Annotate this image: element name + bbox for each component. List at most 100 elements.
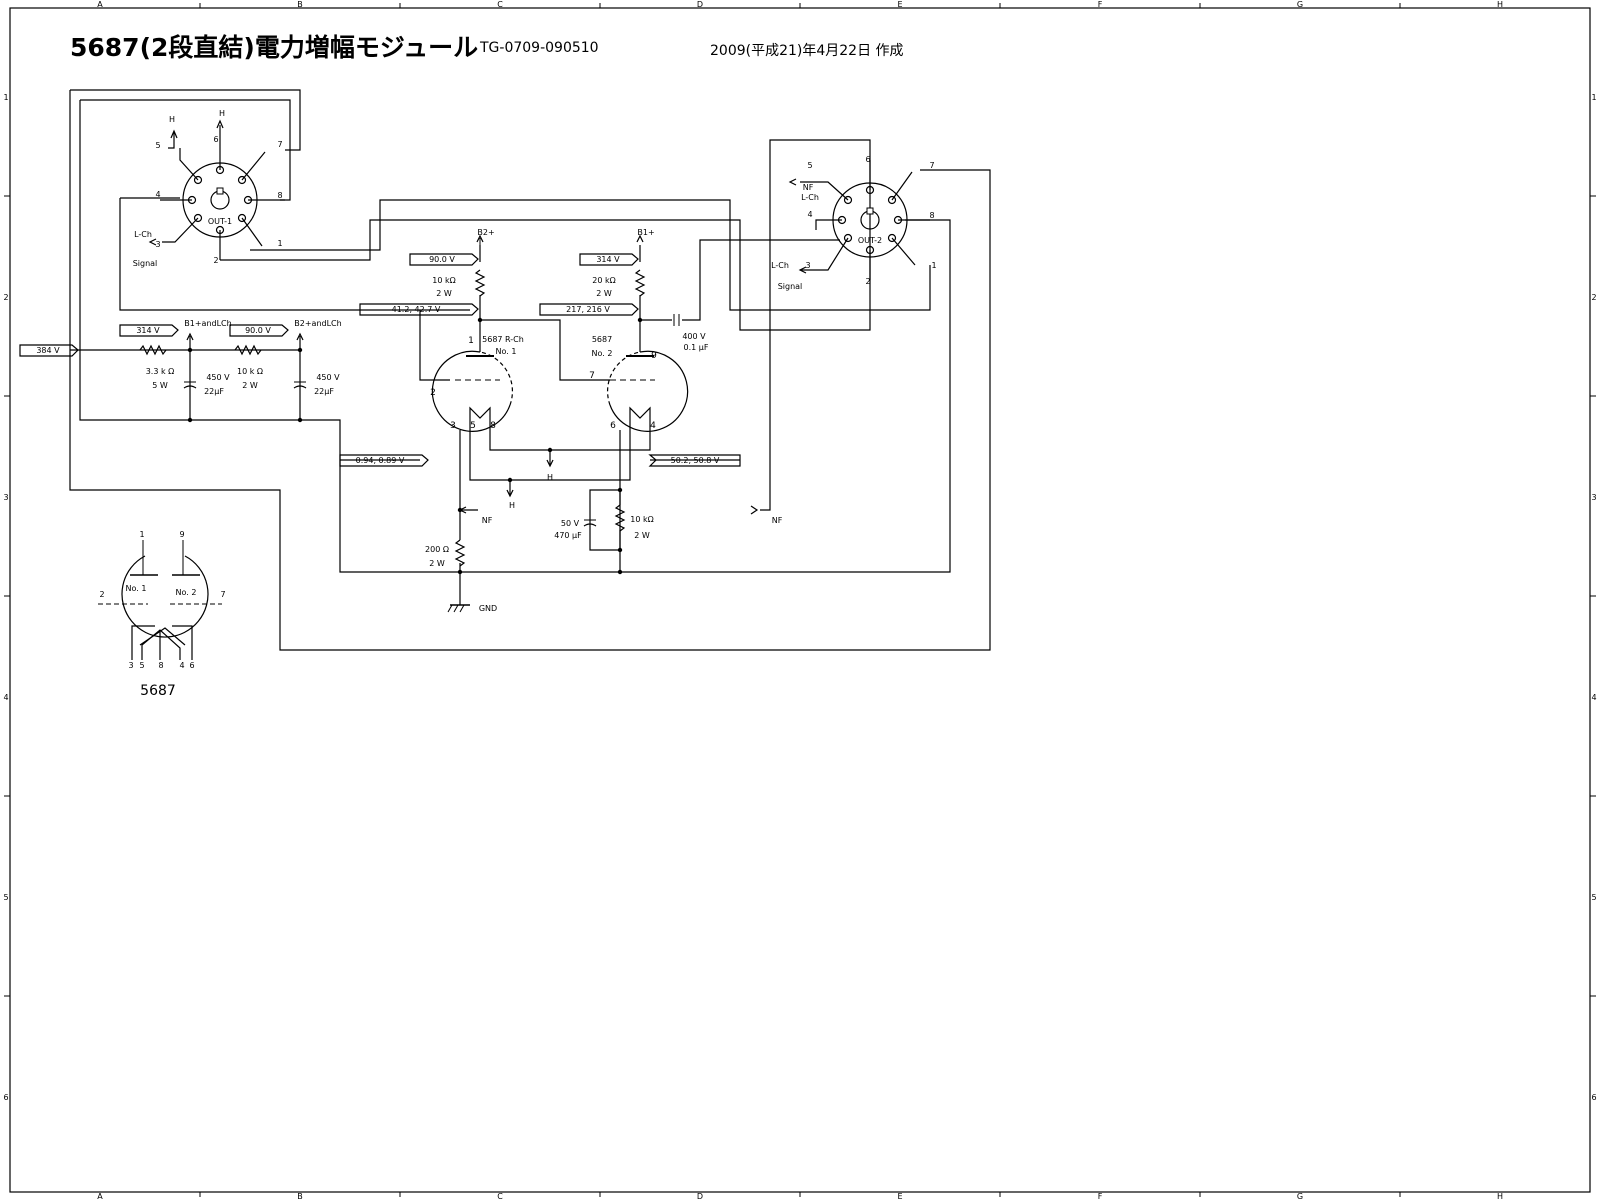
svg-text:0.1 μF: 0.1 μF xyxy=(684,343,709,352)
svg-text:H: H xyxy=(547,473,553,482)
capacitor-supply-2: 450 V 22μF xyxy=(293,350,340,420)
svg-text:7: 7 xyxy=(220,590,225,599)
svg-text:9: 9 xyxy=(651,351,657,361)
svg-text:No. 1: No. 1 xyxy=(496,347,517,356)
svg-text:6: 6 xyxy=(610,421,616,431)
nf-marker-1: NF xyxy=(458,506,493,525)
voltage-tag-plate2: 217, 216 V xyxy=(539,303,639,316)
svg-text:3: 3 xyxy=(128,661,133,670)
svg-text:90.0 V: 90.0 V xyxy=(429,255,455,264)
resistor-supply-2: 10 k Ω 2 W xyxy=(234,344,263,390)
svg-text:2: 2 xyxy=(430,388,436,398)
svg-text:217, 216 V: 217, 216 V xyxy=(566,305,610,314)
svg-text:314 V: 314 V xyxy=(136,326,160,335)
rail-arrow-b1: B1+ xyxy=(636,228,655,243)
svg-text:3: 3 xyxy=(155,240,160,249)
svg-text:6: 6 xyxy=(865,155,870,164)
svg-text:10 kΩ: 10 kΩ xyxy=(630,515,653,524)
resistor-cathode-2: 10 kΩ 2 W xyxy=(614,504,654,540)
svg-text:2 W: 2 W xyxy=(596,289,612,298)
connector-out-1: OUT-1 1 2 3 4 5 6 7 8 H H L-Ch Signal xyxy=(133,109,285,268)
svg-text:Signal: Signal xyxy=(778,282,803,291)
svg-text:9: 9 xyxy=(179,530,184,539)
svg-text:H: H xyxy=(509,501,515,510)
frame-col-label: E xyxy=(897,0,902,9)
frame-col-label: G xyxy=(1297,0,1303,9)
svg-text:4: 4 xyxy=(155,190,160,199)
svg-text:3.3 k Ω: 3.3 k Ω xyxy=(146,367,175,376)
svg-text:384 V: 384 V xyxy=(36,346,60,355)
voltage-tag-b1-node: 314 V xyxy=(579,253,639,266)
rail-arrow-b2-lch: B2+andLCh xyxy=(294,319,342,341)
svg-text:1: 1 xyxy=(468,336,474,346)
svg-text:8: 8 xyxy=(929,211,934,220)
frame-col-label: E xyxy=(897,1192,902,1200)
svg-text:50.2, 50.8 V: 50.2, 50.8 V xyxy=(671,456,720,465)
svg-text:2: 2 xyxy=(213,256,218,265)
frame-col-label: D xyxy=(697,1192,703,1200)
voltage-tag-b2-node: 90.0 V xyxy=(409,253,479,266)
frame-row-label: 4 xyxy=(3,693,8,702)
frame-row-label: 3 xyxy=(3,493,8,502)
schematic-sheet: A B C D E F G H A B C D E F G H 1 2 3 4 … xyxy=(3,0,1596,1200)
rail-arrow-b2: B2+ xyxy=(476,228,495,245)
frame-col-label: F xyxy=(1098,1192,1103,1200)
svg-text:No. 2: No. 2 xyxy=(592,349,613,358)
svg-text:7: 7 xyxy=(929,161,934,170)
svg-text:3: 3 xyxy=(805,261,810,270)
frame-col-label: A xyxy=(97,0,103,9)
ground-symbol: GND xyxy=(447,604,497,613)
svg-text:7: 7 xyxy=(589,371,595,381)
svg-text:5687 R-Ch: 5687 R-Ch xyxy=(482,335,524,344)
frame-col-label: H xyxy=(1497,1192,1503,1200)
svg-text:No. 2: No. 2 xyxy=(176,588,197,597)
frame-row-label: 3 xyxy=(1591,493,1596,502)
voltage-tag-b1-supply: 314 V xyxy=(119,324,179,337)
frame-row-label: 6 xyxy=(3,1093,8,1102)
svg-text:H: H xyxy=(169,115,175,124)
svg-text:5687: 5687 xyxy=(140,683,176,699)
svg-text:90.0 V: 90.0 V xyxy=(245,326,271,335)
svg-text:L-Ch: L-Ch xyxy=(801,193,819,202)
tube-5687-unit-2: 5687 No. 2 9 7 6 4 xyxy=(589,335,689,432)
frame-row-label: 2 xyxy=(1591,293,1596,302)
frame-row-label: 1 xyxy=(1591,93,1596,102)
frame-col-label: G xyxy=(1297,1192,1303,1200)
svg-text:B1+: B1+ xyxy=(637,228,654,237)
svg-text:3: 3 xyxy=(450,421,456,431)
resistor-plate-1: 10 kΩ 2 W xyxy=(432,269,486,298)
svg-text:B2+: B2+ xyxy=(477,228,494,237)
frame-col-label: A xyxy=(97,1192,103,1200)
svg-text:8: 8 xyxy=(490,421,496,431)
svg-text:2 W: 2 W xyxy=(436,289,452,298)
resistor-plate-2: 20 kΩ 2 W xyxy=(592,269,646,298)
svg-text:L-Ch: L-Ch xyxy=(771,261,789,270)
svg-text:400 V: 400 V xyxy=(682,332,706,341)
svg-text:B2+andLCh: B2+andLCh xyxy=(294,319,341,328)
svg-text:1: 1 xyxy=(931,261,936,270)
svg-text:0.94, 0.89 V: 0.94, 0.89 V xyxy=(356,456,405,465)
svg-text:NF: NF xyxy=(803,183,814,192)
svg-text:20 kΩ: 20 kΩ xyxy=(592,276,615,285)
svg-text:7: 7 xyxy=(277,140,282,149)
svg-text:Signal: Signal xyxy=(133,259,158,268)
capacitor-supply-1: 450 V 22μF xyxy=(183,350,230,420)
svg-text:450 V: 450 V xyxy=(206,373,230,382)
heater-marker-2: H xyxy=(506,489,515,510)
svg-text:OUT-2: OUT-2 xyxy=(858,236,882,245)
svg-text:B1+andLCh: B1+andLCh xyxy=(184,319,231,328)
voltage-tag-b2-supply: 90.0 V xyxy=(229,324,289,337)
svg-text:2: 2 xyxy=(865,277,870,286)
voltage-tag-input: 384 V xyxy=(19,344,79,357)
svg-text:NF: NF xyxy=(482,516,493,525)
tube-5687-unit-1: 5687 R-Ch No. 1 1 2 3 5 8 xyxy=(430,335,524,432)
frame-col-label: F xyxy=(1098,0,1103,9)
svg-text:4: 4 xyxy=(650,421,656,431)
svg-text:5: 5 xyxy=(139,661,144,670)
svg-text:L-Ch: L-Ch xyxy=(134,230,152,239)
svg-text:1: 1 xyxy=(139,530,144,539)
svg-text:2 W: 2 W xyxy=(429,559,445,568)
frame-col-label: B xyxy=(297,0,303,9)
svg-text:5687: 5687 xyxy=(592,335,612,344)
svg-text:450 V: 450 V xyxy=(316,373,340,382)
